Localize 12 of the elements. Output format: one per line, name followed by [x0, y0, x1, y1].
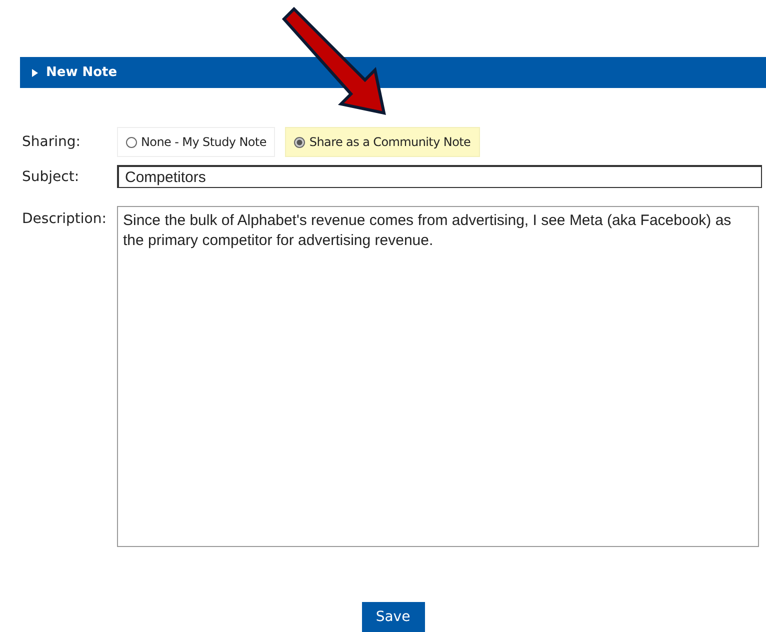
- save-button[interactable]: Save: [362, 602, 424, 632]
- caret-icon: [32, 68, 38, 76]
- panel-header[interactable]: New Note: [20, 57, 766, 88]
- description-field[interactable]: Since the bulk of Alphabet's revenue comes from advertising, I see Meta (aka Facebook) as the primary competitor for advertising revenue.: [117, 206, 759, 547]
- field-label: Subject:: [22, 168, 80, 184]
- radio-button[interactable]: [126, 136, 137, 148]
- subject-field[interactable]: Competitors: [117, 165, 762, 188]
- radio-option[interactable]: Share as a Community Note: [285, 127, 480, 157]
- field-label: Description:: [22, 210, 108, 227]
- radio-option[interactable]: None - My Study Note: [117, 127, 276, 157]
- radio-button[interactable]: [294, 136, 306, 148]
- field-label: Sharing:: [22, 134, 82, 150]
